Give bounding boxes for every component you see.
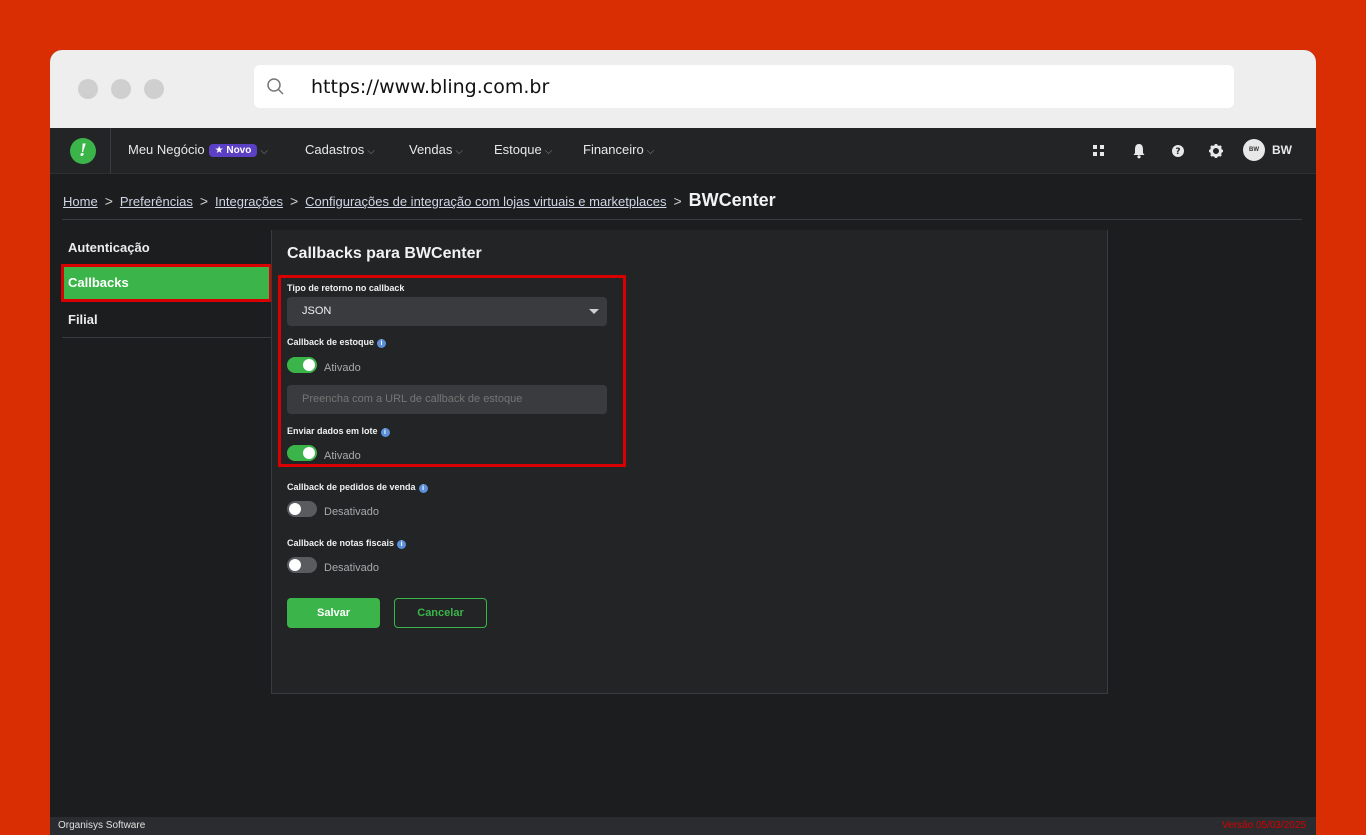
caret-down-icon (589, 309, 599, 314)
info-icon[interactable]: i (397, 540, 407, 549)
return-type-label: Tipo de retorno no callback (287, 283, 405, 293)
label-text: Enviar dados em lote (287, 426, 378, 436)
toggle-status: Desativado (324, 562, 380, 574)
return-type-select[interactable]: JSON (287, 297, 607, 326)
info-icon[interactable]: i (377, 339, 387, 348)
info-icon[interactable]: i (418, 484, 428, 493)
breadcrumb: Home > Preferências > Integrações > Configuraç… (63, 190, 776, 211)
search-icon (267, 78, 284, 95)
select-value: JSON (302, 305, 332, 317)
window-dot-icon[interactable] (144, 79, 164, 99)
divider (62, 337, 271, 338)
footer-company: Organisys Software (58, 820, 146, 831)
url-text: https://www.bling.com.br (311, 76, 550, 98)
chevron-down-icon: ⌵ (260, 146, 268, 157)
breadcrumb-integracoes[interactable]: Integrações (215, 194, 283, 209)
browser-window: https://www.bling.com.br ! Meu Negócio ★ … (50, 50, 1316, 835)
footer-version: Versão 05/03/2025 (1222, 820, 1306, 831)
info-icon[interactable]: i (380, 428, 390, 437)
window-dot-icon[interactable] (111, 79, 131, 99)
nav-label: Estoque (494, 142, 542, 157)
toggle-status: Desativado (324, 506, 380, 518)
sidebar-item-callbacks[interactable]: Callbacks (61, 264, 272, 302)
batch-label: Enviar dados em lote i (287, 426, 390, 437)
chevron-right-icon: > (289, 193, 299, 209)
svg-text:?: ? (1175, 147, 1180, 157)
sidebar-item-filial[interactable]: Filial (62, 302, 271, 338)
chevron-down-icon: ⌵ (544, 146, 553, 157)
nav-estoque[interactable]: Estoque ⌵ (494, 142, 552, 157)
nav-label: Cadastros (305, 142, 365, 157)
toggle-knob (289, 503, 301, 515)
toggle-knob (303, 359, 315, 371)
apps-grid-icon[interactable] (1089, 141, 1109, 161)
address-bar[interactable]: https://www.bling.com.br (254, 65, 1234, 108)
toggle-status: Ativado (324, 450, 361, 462)
breadcrumb-home[interactable]: Home (63, 194, 98, 209)
chevron-down-icon: ⌵ (455, 146, 463, 157)
nav-financeiro[interactable]: Financeiro ⌵ (583, 142, 654, 157)
nav-label: Financeiro (583, 142, 644, 157)
top-navbar: ! Meu Negócio ★ Novo ⌵ Cadastros ⌵ Vendas ⌵ … (50, 128, 1316, 174)
nav-cadastros[interactable]: Cadastros ⌵ (305, 142, 375, 157)
nav-label: Meu Negócio (128, 142, 205, 157)
user-name[interactable]: BW (1272, 143, 1292, 157)
chevron-right-icon: > (104, 193, 113, 209)
invoices-callback-toggle[interactable] (287, 557, 317, 573)
window-dot-icon[interactable] (78, 79, 98, 99)
save-button[interactable]: Salvar (287, 598, 380, 628)
chevron-right-icon: > (199, 193, 209, 209)
divider (62, 219, 1302, 220)
stock-callback-toggle[interactable] (287, 357, 317, 373)
help-icon[interactable]: ? (1168, 141, 1188, 161)
gear-icon[interactable] (1206, 141, 1226, 161)
stock-callback-url-input[interactable] (287, 385, 607, 414)
chevron-down-icon: ⌵ (367, 146, 375, 157)
breadcrumb-preferencias[interactable]: Preferências (120, 194, 193, 209)
avatar[interactable]: BW (1243, 139, 1265, 161)
invoices-callback-label: Callback de notas fiscais i (287, 538, 407, 549)
divider (110, 128, 111, 174)
cancel-button[interactable]: Cancelar (394, 598, 487, 628)
label-text: Callback de estoque (287, 337, 375, 347)
sidebar-item-autenticacao[interactable]: Autenticação (62, 230, 271, 266)
orders-callback-toggle[interactable] (287, 501, 317, 517)
toggle-knob (303, 447, 315, 459)
sidebar-item-label: Callbacks (68, 275, 129, 290)
toggle-knob (289, 559, 301, 571)
nav-label: Vendas (409, 142, 453, 157)
browser-toolbar: https://www.bling.com.br (50, 50, 1316, 128)
label-text: Callback de pedidos de venda (287, 482, 416, 492)
page-title: BWCenter (688, 190, 776, 210)
batch-toggle[interactable] (287, 445, 317, 461)
bell-icon[interactable] (1129, 141, 1149, 161)
new-badge: ★ Novo (208, 144, 258, 157)
sidebar-item-label: Autenticação (68, 240, 150, 255)
stock-callback-label: Callback de estoque i (287, 337, 387, 348)
nav-vendas[interactable]: Vendas ⌵ (409, 142, 463, 157)
bling-logo[interactable]: ! (70, 138, 96, 164)
label-text: Callback de notas fiscais (287, 538, 395, 548)
chevron-down-icon: ⌵ (646, 146, 655, 157)
breadcrumb-configuracoes[interactable]: Configurações de integração com lojas vi… (305, 194, 666, 209)
chevron-right-icon: > (673, 193, 682, 209)
footer: Organisys Software Versão 05/03/2025 (50, 817, 1316, 835)
callbacks-panel: Callbacks para BWCenter Tipo de retorno … (271, 230, 1108, 694)
sidebar-item-label: Filial (68, 312, 98, 327)
orders-callback-label: Callback de pedidos de venda i (287, 482, 428, 493)
toggle-status: Ativado (324, 362, 361, 374)
panel-title: Callbacks para BWCenter (287, 245, 482, 262)
nav-meu-negocio[interactable]: Meu Negócio ★ Novo ⌵ (128, 142, 268, 157)
